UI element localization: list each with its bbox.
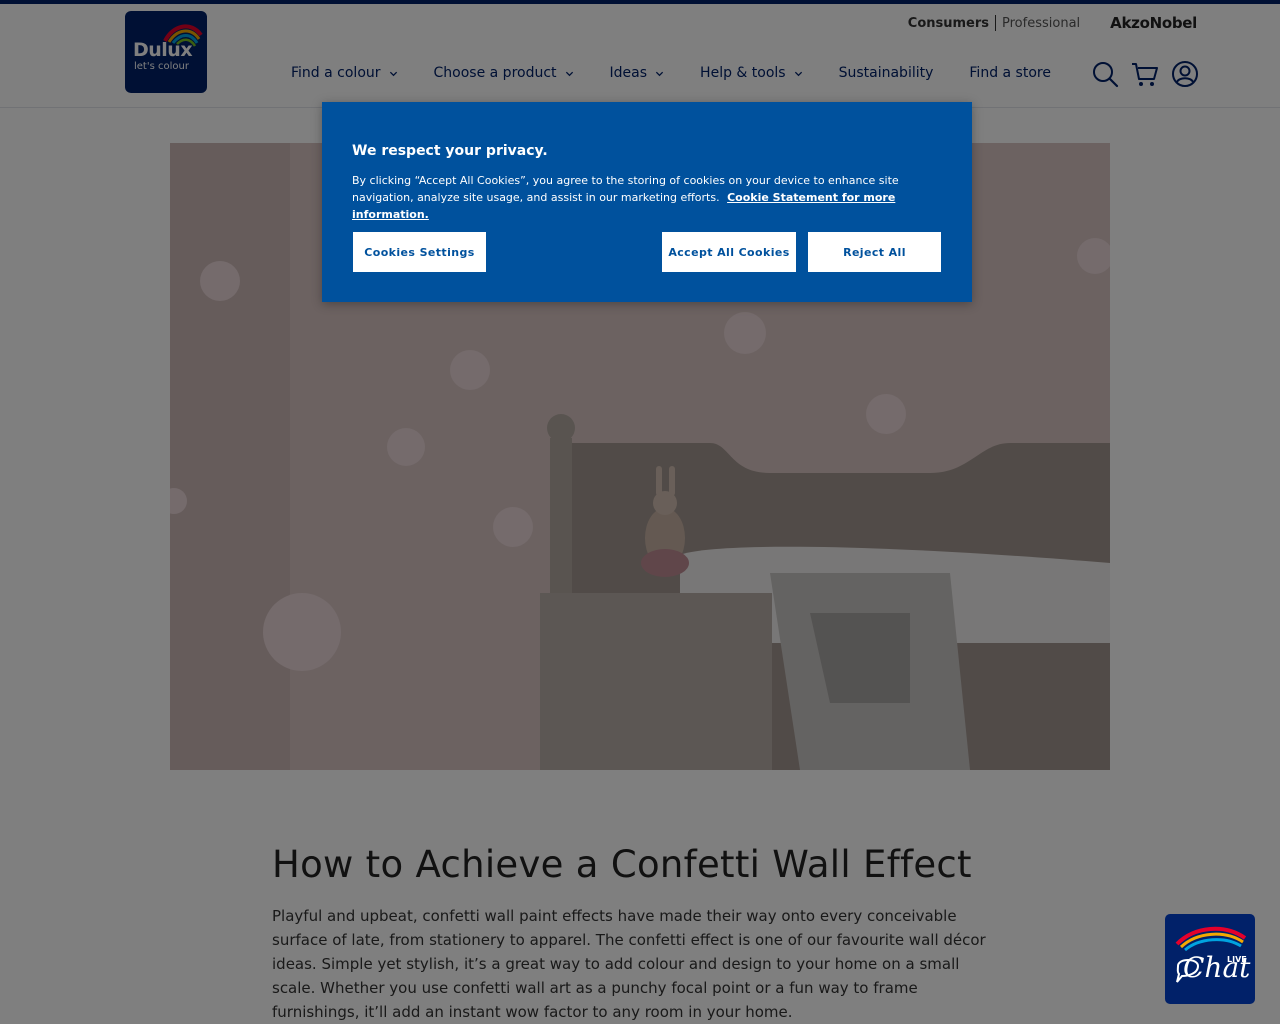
accept-all-cookies-button[interactable]: Accept All Cookies [661, 231, 797, 273]
chat-live-badge: LIVE [1227, 955, 1247, 964]
cookie-banner-text: By clicking “Accept All Cookies”, you ag… [352, 172, 952, 223]
live-chat-button[interactable]: Chat LIVE [1165, 914, 1255, 1004]
cookies-settings-button[interactable]: Cookies Settings [352, 231, 487, 273]
reject-all-button[interactable]: Reject All [807, 231, 942, 273]
cookie-banner-title: We respect your privacy. [352, 143, 548, 159]
cookie-consent-banner: We respect your privacy. By clicking “Ac… [322, 102, 972, 302]
